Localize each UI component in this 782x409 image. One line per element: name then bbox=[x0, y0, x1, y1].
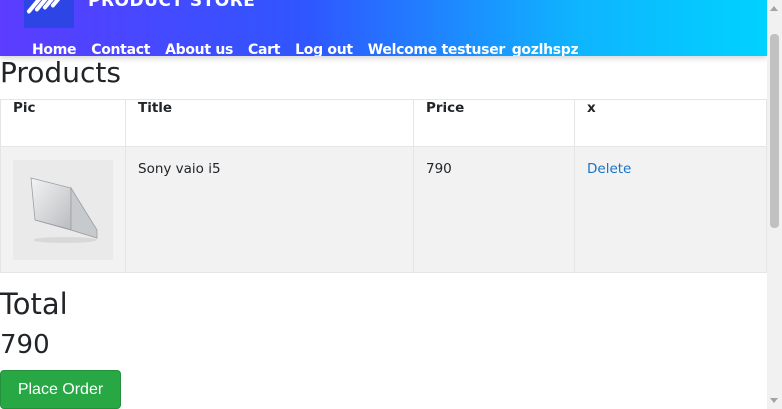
scroll-down-arrow-icon[interactable] bbox=[770, 398, 778, 403]
product-price: 790 bbox=[413, 146, 575, 273]
nav-cart-link[interactable]: Cart bbox=[248, 42, 280, 56]
welcome-user-link[interactable]: Welcome testuser_gozlhspz bbox=[368, 42, 579, 56]
total-value: 790 bbox=[0, 330, 50, 360]
nav-home-link[interactable]: Home bbox=[32, 42, 77, 56]
brand-name[interactable]: PRODUCT STORE bbox=[88, 0, 255, 11]
laptop-icon bbox=[30, 177, 98, 243]
nav-logout-link[interactable]: Log out bbox=[295, 42, 353, 56]
vertical-scrollbar[interactable] bbox=[767, 0, 782, 409]
brand-logo-icon[interactable] bbox=[24, 0, 74, 28]
nav-links: Home Contact About us Cart Log out Welco… bbox=[32, 42, 593, 56]
product-image bbox=[13, 160, 113, 260]
header-price: Price bbox=[413, 99, 575, 147]
page-title: Products bbox=[0, 56, 121, 89]
total-heading: Total bbox=[0, 287, 68, 321]
header-title: Title bbox=[125, 99, 414, 147]
table-row: Sony vaio i5 790 Delete bbox=[0, 146, 767, 273]
place-order-button[interactable]: Place Order bbox=[0, 370, 121, 409]
scroll-thumb[interactable] bbox=[770, 34, 779, 228]
header-action: x bbox=[574, 99, 767, 147]
header-pic: Pic bbox=[0, 99, 126, 147]
cart-table: Pic Title Price x Sony vaio i5 790 Delet… bbox=[0, 99, 767, 273]
product-pic-cell bbox=[0, 146, 126, 273]
navbar: PRODUCT STORE Home Contact About us Cart… bbox=[0, 0, 767, 56]
delete-cell: Delete bbox=[574, 146, 767, 273]
table-header-row: Pic Title Price x bbox=[0, 99, 767, 147]
scroll-up-arrow-icon[interactable] bbox=[770, 6, 778, 11]
product-title: Sony vaio i5 bbox=[125, 146, 414, 273]
nav-about-link[interactable]: About us bbox=[165, 42, 233, 56]
delete-link[interactable]: Delete bbox=[587, 161, 631, 177]
nav-contact-link[interactable]: Contact bbox=[91, 42, 150, 56]
